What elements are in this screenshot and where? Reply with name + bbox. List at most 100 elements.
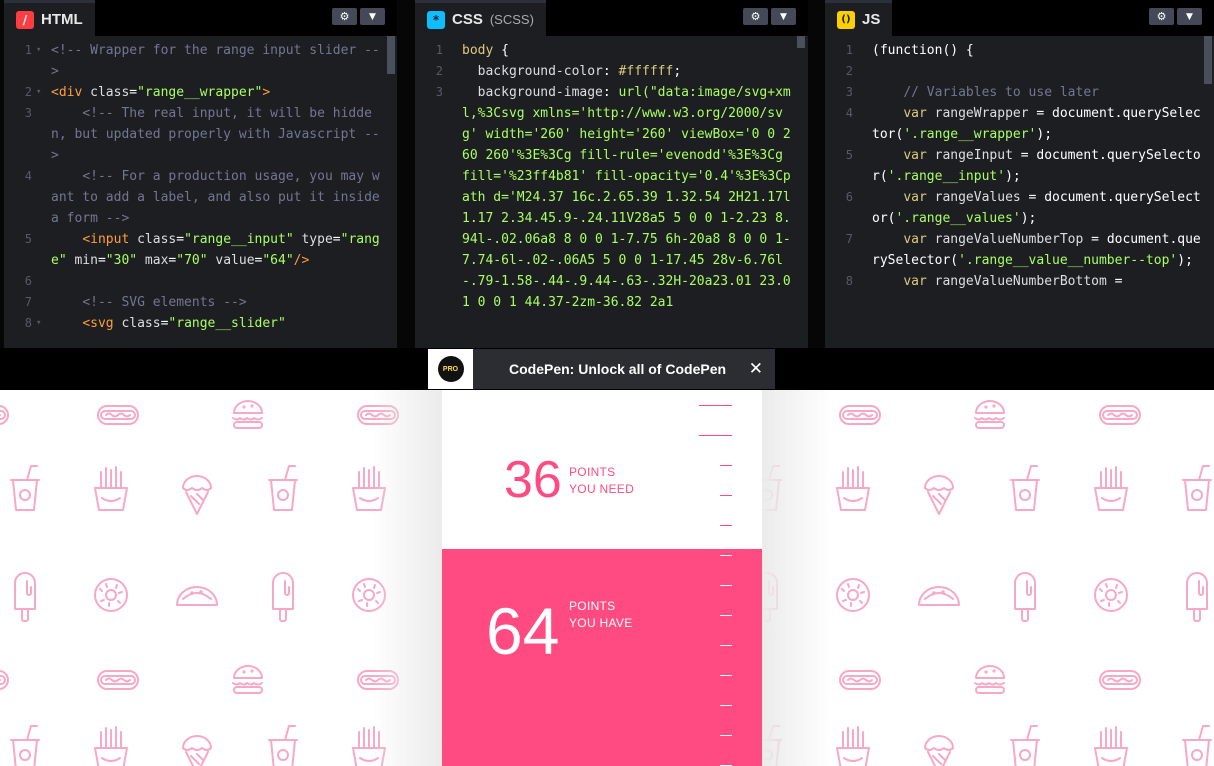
chevron-down-icon: ▼ <box>780 11 787 22</box>
hotdog-icon <box>1099 670 1141 690</box>
cup-icon <box>10 725 40 766</box>
line-number: 1 <box>24 43 32 57</box>
burger-icon <box>974 400 1005 429</box>
taco-icon <box>176 586 218 606</box>
fries-icon <box>94 726 128 766</box>
fold-icon[interactable] <box>857 271 866 292</box>
css-tab-subtitle: (SCSS) <box>489 12 534 27</box>
code-text: <!-- Wrapper for the range input slider … <box>51 40 397 82</box>
burger-icon <box>232 665 263 694</box>
code-token: { <box>501 43 509 58</box>
css-code-area[interactable]: 1 body {2 background-color: #ffffff; 3 bac… <box>415 36 808 348</box>
popsicle-icon <box>1186 572 1208 622</box>
fries-icon <box>836 726 870 766</box>
fold-icon[interactable] <box>857 103 866 145</box>
fold-icon[interactable] <box>36 271 45 292</box>
js-code-area[interactable]: 1 (function() {2 3 // Variables to use lat… <box>825 36 1214 348</box>
js-scrollbar[interactable] <box>1204 36 1212 84</box>
code-token: rangeInput <box>934 148 1021 163</box>
html-scrollbar[interactable] <box>387 36 395 74</box>
js-settings-button[interactable]: ⚙ <box>1149 8 1174 25</box>
code-text: <input class="range__input" type="range"… <box>51 229 397 271</box>
fold-icon[interactable]: ▾ <box>36 40 45 82</box>
line-gutter: 2 ▾ <box>4 82 51 103</box>
codepen-pro-banner[interactable]: PRO CodePen: Unlock all of CodePen ✕ <box>428 349 775 389</box>
code-token: (function() { <box>872 43 974 58</box>
code-token: type <box>293 232 333 247</box>
line-number: 6 <box>24 274 32 288</box>
fries-icon <box>836 466 870 511</box>
fold-icon[interactable] <box>857 40 866 61</box>
fold-icon[interactable] <box>447 61 456 82</box>
line-gutter: 1 <box>415 40 462 61</box>
code-text: (function() { <box>872 40 1214 61</box>
code-line: 4 var rangeWrapper = document.querySelec… <box>825 103 1214 145</box>
fold-icon[interactable] <box>447 40 456 61</box>
hotdog-icon <box>0 405 9 425</box>
code-token: : <box>602 85 619 100</box>
code-token: ); <box>1020 211 1037 226</box>
code-token: ); <box>1005 169 1021 184</box>
fold-icon[interactable] <box>36 292 45 313</box>
line-number: 1 <box>435 43 443 57</box>
fold-icon[interactable] <box>857 61 866 82</box>
icecream-icon <box>924 475 954 515</box>
cup-icon <box>1010 465 1040 511</box>
taco-icon <box>918 586 960 606</box>
fold-icon[interactable] <box>857 229 866 271</box>
code-token: "70" <box>176 253 208 268</box>
close-icon[interactable]: ✕ <box>749 359 763 379</box>
cup-icon <box>1182 465 1212 511</box>
fold-icon[interactable] <box>447 82 456 313</box>
fold-icon[interactable]: ▾ <box>36 313 45 334</box>
css-scrollbar[interactable] <box>797 36 805 48</box>
range-tick <box>720 675 732 676</box>
css-collapse-button[interactable]: ▼ <box>771 8 796 25</box>
html-tab[interactable]: / HTML <box>4 0 95 36</box>
code-line: 2 background-color: #ffffff; <box>415 61 808 82</box>
range-tick <box>699 435 732 436</box>
preview-output: 36 POINTS YOU NEED 64 POINTS YOU HAVE <box>0 390 1214 766</box>
fold-icon[interactable] <box>36 103 45 166</box>
range-tick <box>720 585 732 586</box>
js-tab[interactable]: () JS <box>825 0 893 36</box>
fold-icon[interactable] <box>857 82 866 103</box>
code-token: // Variables to use later <box>872 85 1099 100</box>
js-collapse-button[interactable]: ▼ <box>1177 8 1202 25</box>
fold-icon[interactable] <box>36 166 45 229</box>
points-have-label: POINTS YOU HAVE <box>569 598 633 632</box>
html-collapse-button[interactable]: ▼ <box>360 8 385 25</box>
js-tab-title: JS <box>862 11 881 28</box>
code-token: class <box>90 85 130 100</box>
code-text: <svg class="range__slider" <box>51 313 397 334</box>
chevron-down-icon: ▼ <box>369 11 376 22</box>
line-gutter: 2 <box>415 61 462 82</box>
code-token: "range__input" <box>184 232 294 247</box>
code-token: #ffffff <box>618 64 674 79</box>
line-number: 6 <box>845 190 853 204</box>
fold-icon[interactable] <box>857 145 866 187</box>
fold-icon[interactable]: ▾ <box>36 82 45 103</box>
banner-text[interactable]: CodePen: Unlock all of CodePen <box>509 361 726 377</box>
cup-icon <box>1010 725 1040 766</box>
code-token: var <box>872 232 935 247</box>
fold-icon[interactable] <box>857 187 866 229</box>
donut-icon <box>836 578 870 612</box>
code-token: ; <box>673 64 682 79</box>
html-settings-button[interactable]: ⚙ <box>332 8 357 25</box>
popsicle-icon <box>1014 572 1036 622</box>
code-token: max <box>137 253 169 268</box>
css-tab[interactable]: * CSS (SCSS) <box>415 0 546 36</box>
html-code-area[interactable]: 1 ▾ <!-- Wrapper for the range input slide… <box>4 36 397 348</box>
fold-icon[interactable] <box>36 229 45 271</box>
code-line: 2 <box>825 61 1214 82</box>
code-token: body <box>462 43 502 58</box>
code-token: rangeValues <box>934 190 1029 205</box>
code-token: = <box>97 253 106 268</box>
range-slider-widget[interactable]: 36 POINTS YOU NEED 64 POINTS YOU HAVE <box>442 390 762 766</box>
code-token: = <box>129 85 138 100</box>
range-tick <box>699 405 732 406</box>
html-editor-panel: / HTML ⚙ ▼ 1 ▾ <!-- Wrapper for the range … <box>4 0 397 348</box>
css-settings-button[interactable]: ⚙ <box>743 8 768 25</box>
popsicle-icon <box>14 572 36 622</box>
